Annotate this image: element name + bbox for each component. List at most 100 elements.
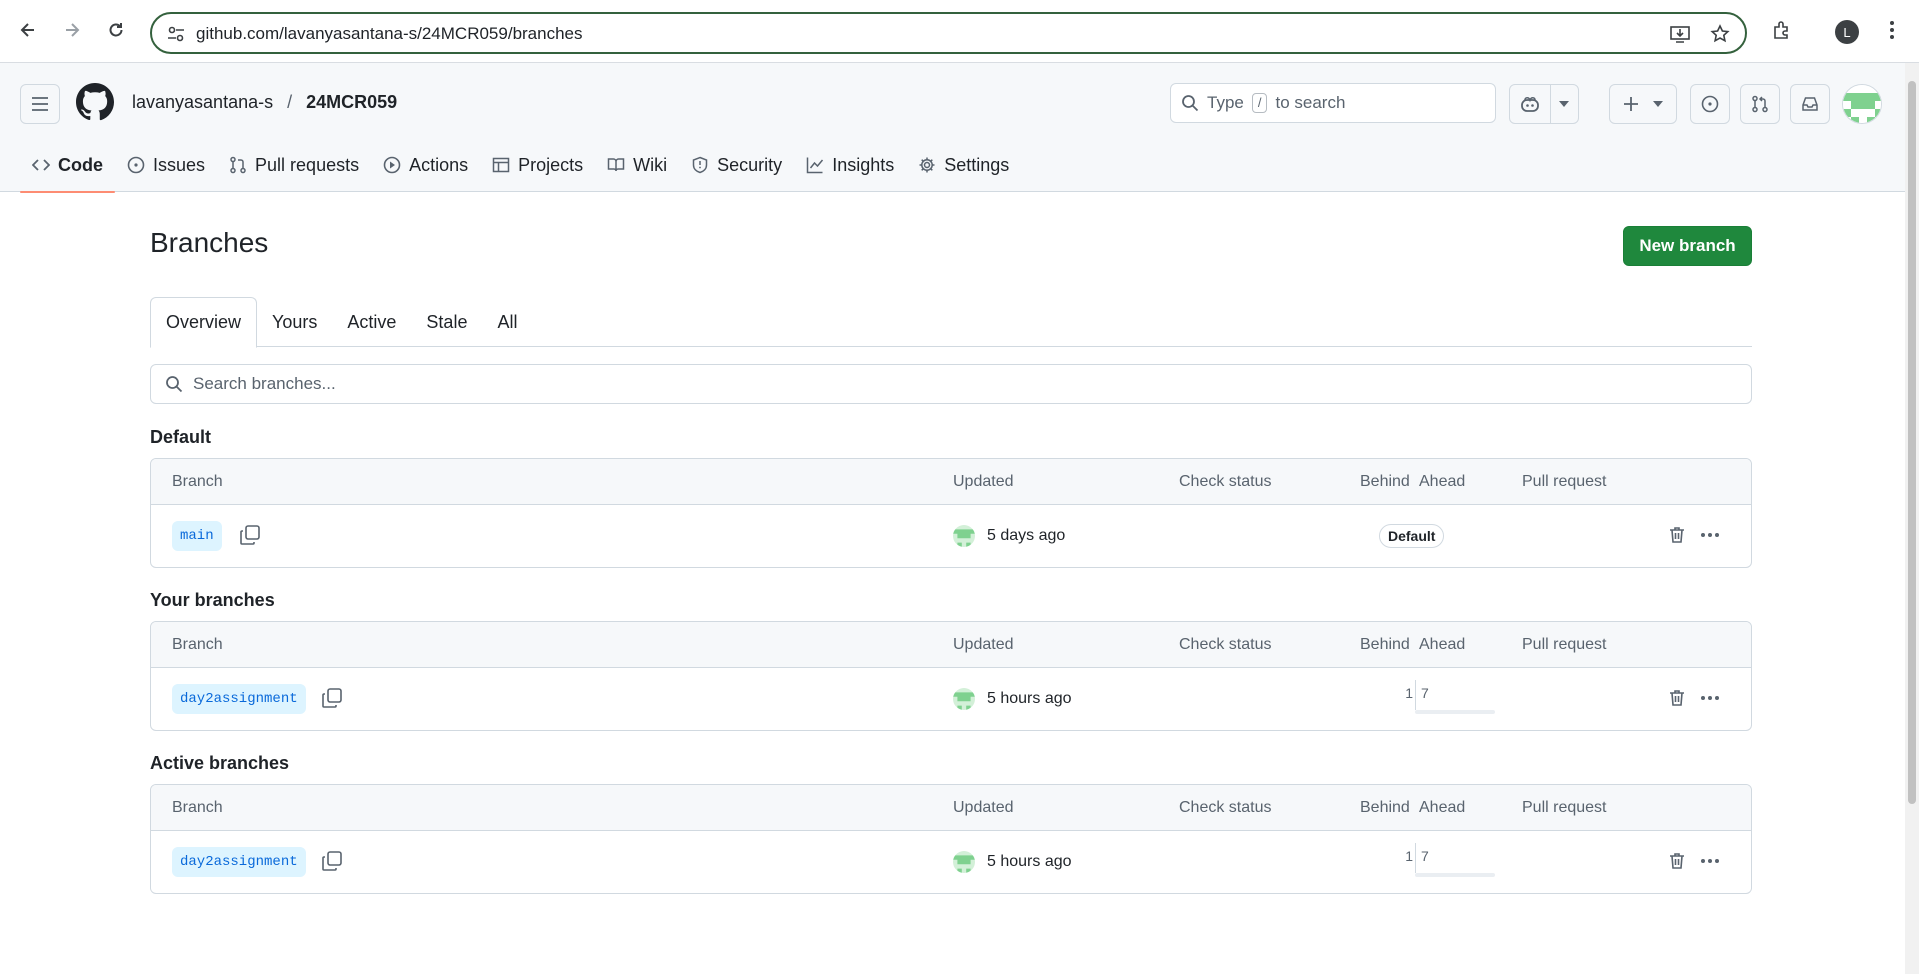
inbox-button[interactable] bbox=[1790, 84, 1830, 124]
subtab-active[interactable]: Active bbox=[332, 297, 411, 347]
subtab-all[interactable]: All bbox=[482, 297, 532, 347]
back-icon[interactable] bbox=[12, 14, 44, 46]
issues-shortcut-button[interactable] bbox=[1690, 84, 1730, 124]
subtab-overview[interactable]: Overview bbox=[150, 297, 258, 348]
updated-time: 5 hours ago bbox=[987, 690, 1072, 707]
more-options-icon[interactable] bbox=[1699, 525, 1721, 550]
user-avatar[interactable] bbox=[1842, 84, 1882, 124]
col-updated: Updated bbox=[953, 636, 1014, 653]
tab-code[interactable]: Code bbox=[20, 145, 115, 193]
chevron-down-icon bbox=[1653, 101, 1663, 107]
repo-name-link[interactable]: 24MCR059 bbox=[306, 92, 397, 113]
tab-issues[interactable]: Issues bbox=[115, 145, 217, 185]
section-title-default: Default bbox=[150, 427, 212, 447]
table-icon bbox=[492, 157, 510, 173]
pull-requests-shortcut-button[interactable] bbox=[1740, 84, 1780, 124]
table-row: day2assignment 5 hours ago 1 7 bbox=[151, 831, 1751, 893]
subtab-yours[interactable]: Yours bbox=[257, 297, 332, 347]
page-scrollbar[interactable] bbox=[1905, 63, 1919, 974]
branch-filter-tabs: Overview Yours Active Stale All bbox=[150, 297, 1752, 348]
trash-icon[interactable] bbox=[1667, 851, 1687, 876]
install-app-icon[interactable] bbox=[1669, 23, 1691, 45]
default-badge: Default bbox=[1379, 524, 1445, 548]
browser-menu-icon[interactable] bbox=[1880, 14, 1904, 46]
inbox-icon bbox=[1802, 97, 1818, 111]
col-behind: Behind bbox=[1360, 473, 1410, 490]
table-header: Branch Updated Check status Behind Ahead… bbox=[151, 459, 1751, 505]
scrollbar-thumb[interactable] bbox=[1908, 81, 1916, 804]
copy-icon[interactable] bbox=[321, 850, 343, 877]
col-check-status: Check status bbox=[1179, 636, 1272, 653]
author-avatar[interactable] bbox=[953, 525, 975, 547]
subtab-stale[interactable]: Stale bbox=[411, 297, 482, 347]
col-check-status: Check status bbox=[1179, 799, 1272, 816]
bookmark-star-icon[interactable] bbox=[1709, 23, 1731, 45]
active-branches-table: Branch Updated Check status Behind Ahead… bbox=[150, 784, 1752, 894]
branch-name-link[interactable]: main bbox=[172, 521, 222, 551]
col-ahead: Ahead bbox=[1419, 799, 1466, 816]
browser-toolbar: github.com/lavanyasantana-s/24MCR059/bra… bbox=[0, 0, 1919, 63]
repo-breadcrumb: lavanyasantana-s / 24MCR059 bbox=[132, 92, 397, 113]
github-logo-icon[interactable] bbox=[76, 83, 115, 126]
reload-icon[interactable] bbox=[100, 14, 132, 46]
repo-owner-link[interactable]: lavanyasantana-s bbox=[132, 92, 273, 113]
col-ahead: Ahead bbox=[1419, 473, 1466, 490]
ahead-bar bbox=[1415, 873, 1495, 877]
ahead-bar bbox=[1415, 710, 1495, 714]
tab-wiki[interactable]: Wiki bbox=[595, 145, 679, 185]
tab-insights[interactable]: Insights bbox=[794, 145, 906, 185]
author-avatar[interactable] bbox=[953, 851, 975, 873]
more-options-icon[interactable] bbox=[1699, 688, 1721, 713]
address-bar[interactable]: github.com/lavanyasantana-s/24MCR059/bra… bbox=[150, 12, 1747, 54]
tab-settings[interactable]: Settings bbox=[906, 145, 1021, 185]
tab-label: Projects bbox=[518, 154, 584, 175]
updated-time: 5 hours ago bbox=[987, 853, 1072, 870]
tab-pull-requests[interactable]: Pull requests bbox=[217, 145, 371, 185]
branch-search-input[interactable]: Search branches... bbox=[150, 364, 1752, 404]
branch-name-link[interactable]: day2assignment bbox=[172, 847, 306, 877]
site-settings-icon[interactable] bbox=[166, 24, 186, 49]
copilot-button[interactable] bbox=[1509, 84, 1579, 124]
author-avatar[interactable] bbox=[953, 688, 975, 710]
col-branch: Branch bbox=[172, 799, 223, 816]
col-pull-request: Pull request bbox=[1522, 473, 1607, 490]
chevron-down-icon[interactable] bbox=[1549, 85, 1569, 123]
more-options-icon[interactable] bbox=[1699, 851, 1721, 876]
forward-icon[interactable] bbox=[56, 14, 88, 46]
page-title: Branches bbox=[150, 227, 269, 258]
code-icon bbox=[32, 159, 50, 171]
extensions-icon[interactable] bbox=[1768, 14, 1796, 46]
tab-actions[interactable]: Actions bbox=[371, 145, 480, 185]
tab-security[interactable]: Security bbox=[679, 145, 794, 185]
trash-icon[interactable] bbox=[1667, 525, 1687, 550]
url-text[interactable]: github.com/lavanyasantana-s/24MCR059/bra… bbox=[196, 24, 583, 44]
global-search-input[interactable]: Type / to search bbox=[1170, 83, 1496, 123]
hamburger-menu-icon[interactable] bbox=[20, 84, 60, 124]
col-ahead: Ahead bbox=[1419, 636, 1466, 653]
search-shortcut-key: / bbox=[1251, 93, 1268, 113]
copy-icon[interactable] bbox=[321, 687, 343, 714]
copilot-icon bbox=[1520, 96, 1539, 112]
pull-request-icon bbox=[1752, 95, 1768, 113]
pull-request-icon bbox=[230, 156, 246, 174]
table-header: Branch Updated Check status Behind Ahead… bbox=[151, 622, 1751, 668]
browser-profile-avatar[interactable]: L bbox=[1835, 20, 1859, 44]
tab-projects[interactable]: Projects bbox=[480, 145, 595, 185]
graph-icon bbox=[806, 157, 824, 174]
search-prefix-text: Type bbox=[1207, 93, 1244, 112]
col-updated: Updated bbox=[953, 799, 1014, 816]
copy-icon[interactable] bbox=[239, 524, 261, 551]
col-behind: Behind bbox=[1360, 636, 1410, 653]
ahead-count: 7 bbox=[1421, 848, 1429, 864]
branch-name-link[interactable]: day2assignment bbox=[172, 684, 306, 714]
col-updated: Updated bbox=[953, 473, 1014, 490]
tab-label: Code bbox=[58, 154, 103, 175]
plus-icon bbox=[1624, 97, 1638, 111]
ahead-count: 7 bbox=[1421, 685, 1429, 701]
tab-label: Actions bbox=[409, 154, 469, 175]
default-branch-table: Branch Updated Check status Behind Ahead… bbox=[150, 458, 1752, 568]
col-pull-request: Pull request bbox=[1522, 799, 1607, 816]
trash-icon[interactable] bbox=[1667, 688, 1687, 713]
new-branch-button[interactable]: New branch bbox=[1623, 226, 1752, 266]
create-new-button[interactable] bbox=[1609, 84, 1677, 124]
